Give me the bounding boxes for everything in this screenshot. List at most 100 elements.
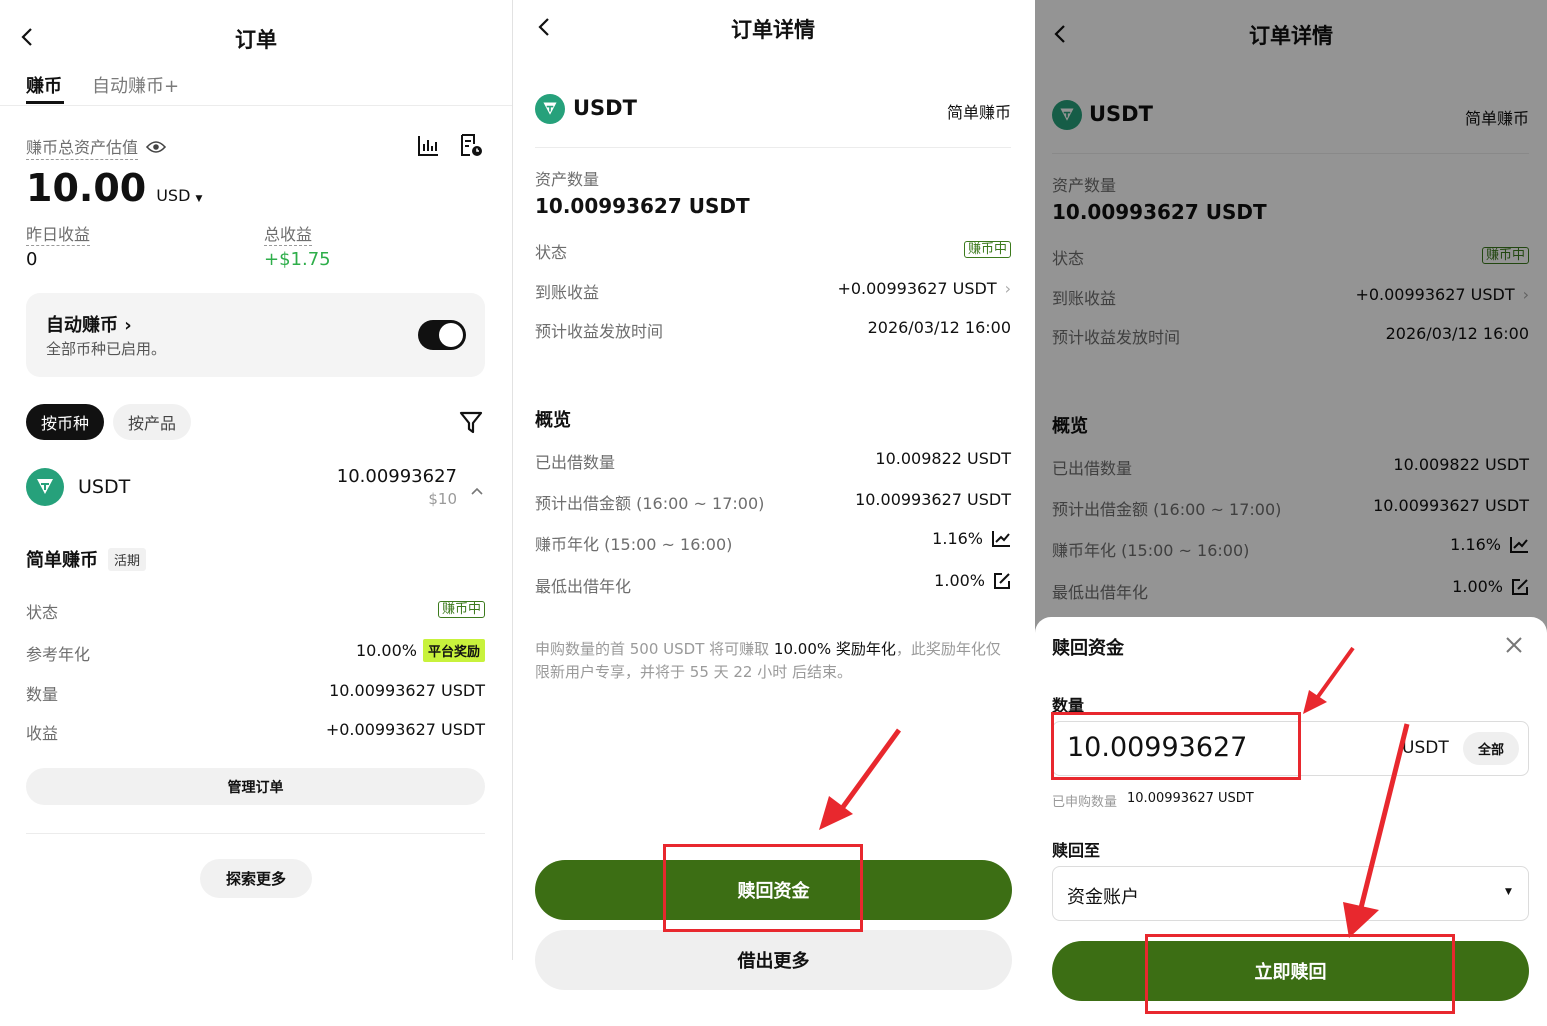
product-name: 简单赚币 [946,103,1011,122]
asset-estimate-label[interactable]: 赚币总资产估值 [26,134,167,160]
close-icon[interactable] [1505,636,1523,658]
product-title-text: 简单赚币 [26,550,98,571]
coin-name: USDT [78,476,131,498]
chevron-up-icon[interactable] [471,480,483,499]
explore-more-button[interactable]: 探索更多 [200,859,312,898]
asset-label-text: 赚币总资产估值 [26,134,139,160]
redeem-sheet-screen: 订单详情 USDT 简单赚币 资产数量 10.00993627 USDT 状态 … [1035,0,1547,1026]
amount-value: 10.00993627 USDT [535,194,750,218]
earn-row-link[interactable]: +0.00993627 USDT › [837,279,1011,298]
all-button[interactable]: 全部 [1463,732,1519,765]
quantity-label: 数量 [26,685,59,704]
note-bold: 10.00% 奖励年化 [773,640,896,658]
orders-screen: 订单 赚币 自动赚币+ 赚币总资产估值 10.00 USD ▼ 昨日收益 0 总… [0,0,512,1026]
total-label-text: 总收益 [264,225,313,246]
apr-number: 1.16% [932,529,983,548]
subscribed-info: 已申购数量 10.00993627 USDT [1052,791,1254,810]
filter-by-coin-label: 按币种 [40,414,89,433]
auto-earn-card[interactable]: 自动赚币 › 全部币种已启用。 [26,293,485,377]
yesterday-value: 0 [26,249,38,270]
earnings-value: +0.00993627 USDT [325,720,485,739]
asset-value: 10.00 USD ▼ [26,166,202,210]
apr-value: 1.16% [932,529,1011,548]
ref-apr-number: 10.00% [355,641,417,660]
divider [0,105,512,106]
coin-row[interactable]: USDT 10.00993627 $10 [26,462,485,512]
trend-chart-icon[interactable] [991,530,1011,548]
lend-more-button[interactable]: 借出更多 [535,930,1012,990]
divider [26,833,485,834]
status-badge-text: 赚币中 [963,241,1011,258]
auto-earn-title: 自动赚币 › [46,311,132,337]
coin-name: USDT [573,96,637,120]
filter-icon[interactable] [459,410,483,438]
product-tag: 活期 [108,547,147,571]
sheet-title: 赎回资金 [1052,638,1124,659]
expected-label: 预计出借金额 (16:00 ~ 17:00) [535,494,765,513]
note-pre: 申购数量的首 500 USDT 将可赚取 [535,640,774,658]
redeem-to-select[interactable]: 资金账户 ▼ [1052,866,1529,921]
chevron-right-icon: › [1004,279,1011,298]
status-badge: 赚币中 [963,238,1011,259]
redeem-to-label: 赎回至 [1052,841,1101,860]
status-badge-text: 赚币中 [437,601,485,618]
page-title: 订单 [235,28,277,52]
eye-icon[interactable] [146,140,167,154]
earn-value: +0.00993627 USDT [837,279,997,298]
status-badge: 赚币中 [437,598,485,619]
overview-title: 概览 [535,410,571,431]
currency-select[interactable]: USD ▼ [156,186,202,205]
auto-earn-title-text: 自动赚币 [46,315,118,336]
all-button-label: 全部 [1477,743,1504,758]
subscribed-label: 已申购数量 [1052,795,1118,810]
annotation-arrow [1343,723,1410,938]
annotation-arrow [819,728,902,830]
panel-separator [512,0,513,960]
auto-earn-toggle[interactable] [418,320,466,350]
earnings-label: 收益 [26,724,59,743]
filter-by-product-label: 按产品 [127,414,176,433]
order-detail-screen: 订单详情 USDT 简单赚币 资产数量 10.00993627 USDT 状态 … [517,0,1029,1026]
amount-label: 资产数量 [535,170,600,189]
coin-usd: $10 [428,490,457,508]
reward-note: 申购数量的首 500 USDT 将可赚取 10.00% 奖励年化，此奖励年化仅限… [535,638,1013,684]
chart-icon[interactable] [416,134,440,162]
min-apr-number: 1.00% [934,571,985,590]
manage-order-button[interactable]: 管理订单 [26,768,485,805]
platform-reward-badge: 平台奖励 [422,639,485,662]
annotation-highlight-box [1145,934,1455,1014]
caret-down-icon: ▼ [195,194,203,204]
lend-more-label: 借出更多 [737,951,810,972]
auto-earn-sub: 全部币种已启用。 [46,340,167,358]
product-title: 简单赚币 活期 [26,546,147,572]
min-apr-label: 最低出借年化 [535,577,632,596]
apr-label: 赚币年化 (15:00 ~ 16:00) [535,535,733,554]
usdt-icon [535,94,565,124]
lent-label: 已出借数量 [535,453,616,472]
quantity-value: 10.00993627 USDT [329,681,485,700]
page-title: 订单详情 [731,18,815,42]
status-label: 状态 [535,243,568,262]
tab-earn[interactable]: 赚币 [26,72,62,98]
status-label: 状态 [26,603,59,622]
subscribed-value: 10.00993627 USDT [1127,791,1254,806]
payout-time-label: 预计收益发放时间 [535,322,664,341]
yesterday-label-text: 昨日收益 [26,225,91,246]
currency-label: USD [156,186,191,205]
filter-by-coin[interactable]: 按币种 [26,404,104,440]
filter-by-product[interactable]: 按产品 [113,404,191,440]
tab-auto-earn[interactable]: 自动赚币+ [92,72,179,98]
edit-icon[interactable] [993,572,1011,590]
tab-earn-label: 赚币 [26,76,62,97]
tab-underline [26,101,64,104]
divider [535,147,1011,148]
ref-apr-value: 10.00% 平台奖励 [356,639,485,662]
toggle-knob [439,323,463,347]
expected-value: 10.00993627 USDT [855,490,1011,509]
annotation-arrow [1303,646,1355,714]
redeem-to-value: 资金账户 [1067,887,1139,908]
usdt-icon [26,468,64,506]
asset-amount: 10.00 [26,166,147,210]
earn-label: 到账收益 [535,283,600,302]
order-history-icon[interactable] [458,133,484,163]
